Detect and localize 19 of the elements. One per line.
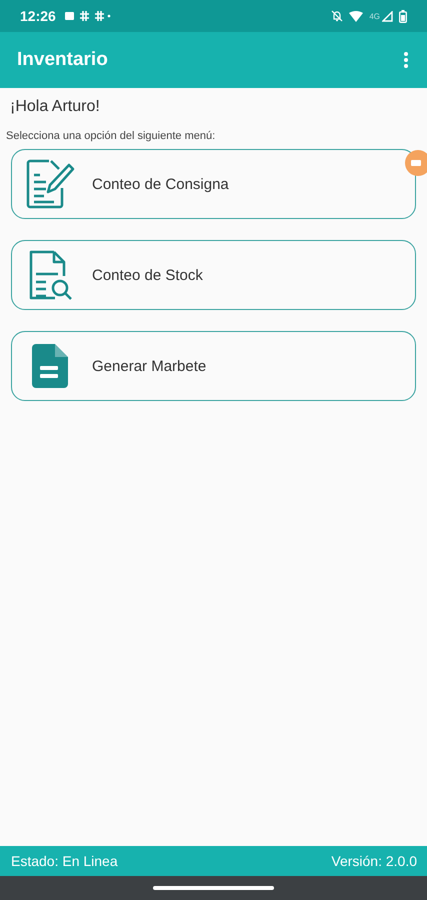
document-icon — [32, 344, 68, 388]
floating-bubble-icon[interactable] — [405, 150, 427, 176]
greeting-text: ¡Hola Arturo! — [10, 98, 101, 116]
muted-bell-icon — [331, 10, 344, 22]
network-label: 4G — [369, 12, 380, 20]
clock: 12:26 — [20, 8, 56, 24]
app-title: Inventario — [17, 49, 108, 71]
wifi-icon — [349, 10, 364, 22]
signal-icon — [382, 10, 393, 22]
version-label: Versión: 2.0.0 — [331, 853, 417, 869]
menu-card[interactable]: Generar Marbete — [11, 331, 416, 401]
battery-icon — [399, 10, 407, 22]
menu-card[interactable]: Conteo de Consigna — [11, 149, 416, 219]
menu-card[interactable]: Conteo de Stock — [11, 240, 416, 310]
home-handle[interactable] — [153, 886, 274, 890]
more-options-icon[interactable] — [403, 51, 409, 69]
edit-document-icon — [24, 158, 74, 210]
instruction-text: Selecciona una opción del siguiente menú: — [6, 130, 216, 142]
connection-status: Estado: En Linea — [11, 853, 118, 869]
